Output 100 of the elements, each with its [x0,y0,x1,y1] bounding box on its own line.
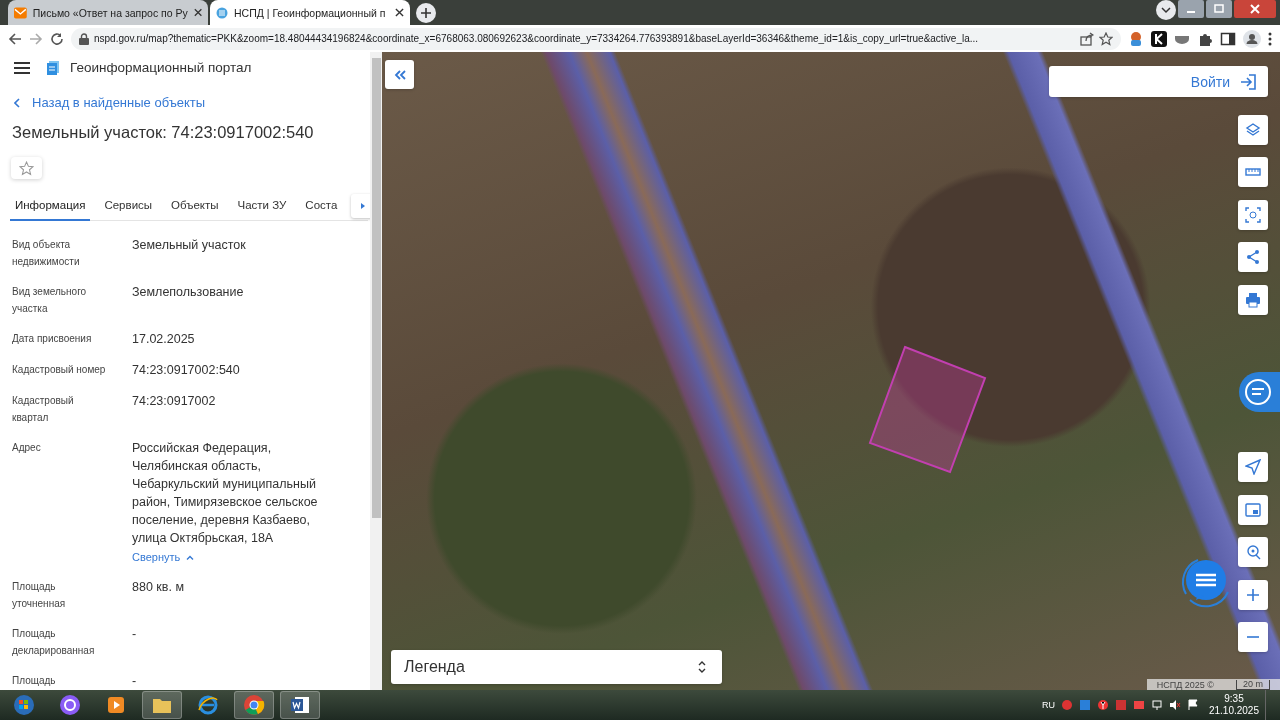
support-button[interactable] [1239,372,1280,412]
zoom-out-button[interactable] [1238,622,1268,652]
speaker-muted-icon[interactable] [1168,699,1181,711]
network-icon[interactable] [1150,699,1163,711]
address-bar[interactable]: nspd.gov.ru/map?thematic=PKK&zoom=18.48044434196824&coordinate_x=6768063.080692623&coordinate_y=7334264.776393891&baseLayerId=36346&theme_id=1&is_copy_url=true&active_la... [71,27,1121,50]
triangle-right-icon [361,202,366,209]
panel-tab[interactable]: Сервисы [99,190,158,221]
clock-date: 21.10.2025 [1208,705,1259,717]
field-value: - [132,673,138,690]
lock-icon [79,32,89,45]
share-button[interactable] [1238,242,1268,272]
globe-icon [216,6,228,19]
location-search-icon [1245,544,1261,560]
extension-icon[interactable] [1128,30,1144,47]
scale-bar: 20 m [1236,679,1270,690]
scrollbar[interactable] [370,52,382,690]
field-value: 74:23:0917002 [132,393,217,410]
back-link[interactable]: Назад в найденные объекты [14,95,206,111]
star-icon [19,160,34,176]
reload-icon[interactable] [50,31,64,46]
zoom-in-button[interactable] [1238,580,1268,610]
panel-tab[interactable]: Соста [300,190,343,221]
square-app-icon[interactable] [1078,699,1091,711]
field-label: Вид объекта недвижимости [12,238,81,269]
picture-in-picture-icon [1245,502,1261,518]
browser-tab[interactable]: НСПД | Геоинформационный п [210,0,410,25]
double-chevron-left-icon [393,69,406,80]
scrollbar-thumb[interactable] [371,58,381,518]
plus-icon [421,8,431,18]
map-attribution: НСПД 2025 © [1156,679,1214,690]
field-value: Российская Федерация, Челябинская область, Чебаркульский муниципальный район, Тимирязевское сельское поселение, деревня Казбаево, улица Октябрьская, 18А [132,440,319,547]
collapse-panel-button[interactable] [385,60,414,89]
panel-tab[interactable]: Объекты [166,190,224,221]
print-icon [1245,292,1261,308]
legend-dropdown[interactable]: Легенда [391,650,722,684]
field-label: Площадь декларированная [12,627,96,658]
field-label: Дата присвоения [12,332,93,346]
area-select-icon [1245,207,1261,223]
close-icon [193,8,202,17]
flag-icon[interactable] [1186,699,1199,711]
layers-button[interactable] [1238,115,1268,145]
y-browser-icon[interactable] [1096,699,1109,711]
letter-k-icon[interactable] [1151,30,1167,47]
field-label: Адрес [12,441,42,455]
field-value: Земельный участок [132,237,247,254]
profile-icon[interactable] [1243,29,1261,48]
chrome-icon [243,694,265,716]
search-location-button[interactable] [1238,537,1268,567]
field-label: Кадастровый квартал [12,394,75,425]
field-label: Кадастровый номер [12,363,107,377]
sign-in-icon [1240,73,1256,90]
field-value: - [132,626,138,643]
close-icon [395,8,404,17]
panel-tab[interactable]: Информация [10,190,91,221]
navigation-arrow-icon [1245,459,1261,475]
restore-icon[interactable] [1206,0,1232,18]
field-label: Площадь уточненная [12,580,67,611]
side-panel-icon[interactable] [1220,30,1236,47]
area-select-button[interactable] [1238,200,1268,230]
field-value: 880 кв. м [132,579,185,596]
kebab-menu-icon[interactable] [1268,31,1272,46]
field-value: Землепользование [132,284,245,301]
menu-icon[interactable] [14,61,30,74]
layers-icon [1245,122,1261,138]
share-icon [1080,31,1094,46]
up-down-chevron-icon [698,660,706,674]
ruler-button[interactable] [1238,157,1268,187]
clock-time: 9:35 [1224,693,1244,705]
taskbar-app[interactable] [280,691,320,719]
browser-e-icon [197,694,219,716]
language-indicator[interactable]: RU [1041,700,1055,710]
assistant-circle-icon [59,694,81,716]
field-label: Площадь [12,674,57,688]
panel-tab[interactable]: Части ЗУ [232,190,292,221]
object-heading: Земельный участок: 74:23:0917002:540 [12,123,315,143]
star-icon [1099,31,1113,46]
new-tab-button[interactable] [416,3,436,23]
field-value: 17.02.2025 [132,331,196,348]
back-arrow-icon[interactable] [8,31,22,46]
share-icon [1245,249,1261,265]
close-icon[interactable] [1234,0,1276,18]
minus-icon [1247,636,1259,638]
pip-button[interactable] [1238,495,1268,525]
caret-icon[interactable] [1156,0,1176,20]
field-label: Вид земельного участка [12,285,88,316]
chevron-left-icon [14,97,20,108]
portal-title: Геоинформационный портал [70,60,252,76]
document-w-icon [289,694,311,716]
windows-orb-icon [13,694,35,716]
speech-bubble-icon [1245,379,1271,405]
print-button[interactable] [1238,285,1268,315]
locate-button[interactable] [1238,452,1268,482]
media-player-icon [105,694,127,716]
login-button[interactable]: Войти [1049,66,1268,97]
scroll-tabs-button[interactable] [351,193,370,218]
collapse-link[interactable]: Свернуть [132,551,195,563]
favorite-button[interactable] [11,157,42,179]
browser-tab[interactable]: Письмо «Ответ на запрос по Ру [8,0,208,25]
plus-icon [1245,587,1261,603]
satellite-map[interactable] [382,52,1280,690]
